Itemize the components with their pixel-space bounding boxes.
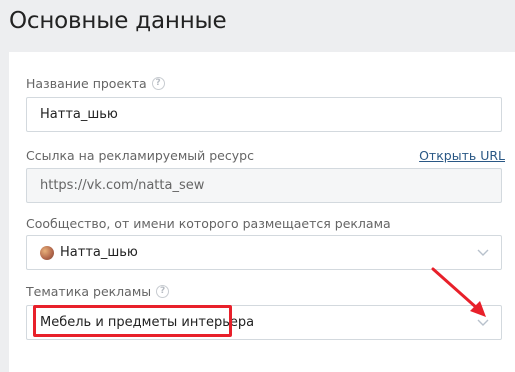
help-icon[interactable]: ? <box>151 77 165 90</box>
project-name-label-text: Название проекта <box>26 76 147 91</box>
community-select[interactable]: Натта_шью <box>26 235 502 270</box>
topic-label-text: Тематика рекламы <box>26 284 152 299</box>
url-label: Ссылка на рекламируемый ресурс <box>26 148 254 163</box>
red-highlight-box <box>33 305 232 337</box>
community-label: Сообщество, от имени которого размещаетс… <box>26 216 391 231</box>
url-input[interactable]: https://vk.com/natta_sew <box>26 168 502 203</box>
project-name-label: Название проекта ? <box>26 76 165 91</box>
community-value: Натта_шью <box>60 245 138 260</box>
url-value: https://vk.com/natta_sew <box>40 178 205 193</box>
open-url-link[interactable]: Открыть URL <box>419 148 505 163</box>
project-name-input[interactable]: Натта_шью <box>26 97 502 132</box>
chevron-down-icon <box>477 249 489 256</box>
url-label-text: Ссылка на рекламируемый ресурс <box>26 148 254 163</box>
page-title: Основные данные <box>9 8 227 34</box>
community-avatar <box>40 245 54 260</box>
chevron-down-icon <box>477 319 489 326</box>
topic-label: Тематика рекламы ? <box>26 284 170 299</box>
community-label-text: Сообщество, от имени которого размещаетс… <box>26 216 391 231</box>
project-name-value: Натта_шью <box>40 107 118 122</box>
help-icon[interactable]: ? <box>156 285 170 298</box>
